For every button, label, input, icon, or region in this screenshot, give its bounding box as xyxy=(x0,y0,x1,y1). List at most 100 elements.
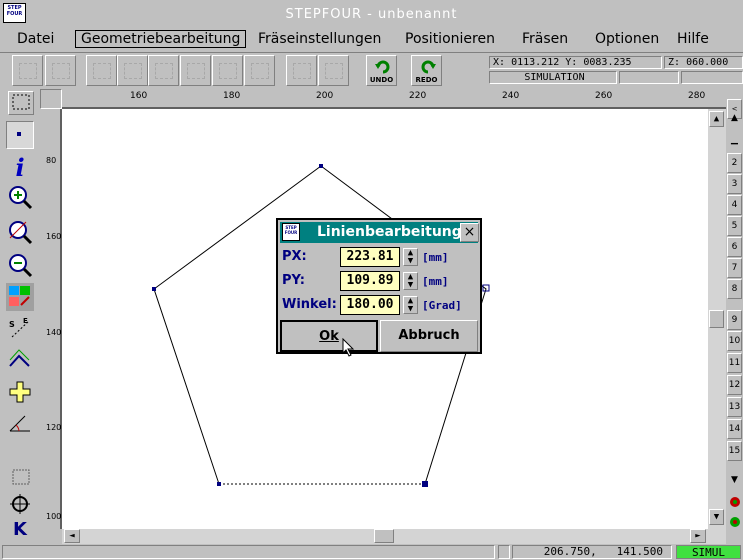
rotate-button[interactable] xyxy=(212,55,243,86)
scroll-up-button[interactable]: ▲ xyxy=(709,111,724,127)
paste-icon xyxy=(325,63,343,79)
py-spinner[interactable]: ▲ ▼ xyxy=(403,272,418,290)
move-tool[interactable] xyxy=(6,379,34,407)
zoom-in-tool[interactable] xyxy=(6,184,34,212)
select-area-tool[interactable] xyxy=(8,91,34,115)
grid-button[interactable] xyxy=(148,55,179,86)
layer-4[interactable]: 4 xyxy=(727,195,742,215)
select-tool-button[interactable] xyxy=(12,55,43,86)
zoom-out-tool[interactable] xyxy=(6,252,34,280)
start-end-icon: SE xyxy=(9,317,30,338)
paste-button[interactable] xyxy=(318,55,349,86)
k-icon: K xyxy=(13,519,27,540)
offset-icon xyxy=(9,349,30,367)
status-field-2 xyxy=(681,71,743,84)
dialog-close-button[interactable]: × xyxy=(460,223,479,242)
redo-button[interactable]: REDO xyxy=(411,55,442,86)
panel-line-icon[interactable]: ▁ xyxy=(727,131,742,151)
tool-bit-icon-2[interactable] xyxy=(727,515,742,535)
dialog-title: Linienbearbeitung xyxy=(317,224,462,240)
arrow-up-icon: ▲ xyxy=(713,114,720,124)
mirror-horizontal-icon xyxy=(93,63,111,79)
close-icon: × xyxy=(463,224,476,240)
status-indicator xyxy=(498,545,510,559)
scale-button[interactable] xyxy=(180,55,211,86)
start-end-tool[interactable]: SE xyxy=(6,315,34,343)
offset-tool[interactable] xyxy=(6,346,34,374)
menu-fraesen[interactable]: Fräsen xyxy=(522,31,568,47)
menu-optionen[interactable]: Optionen xyxy=(595,31,659,47)
numbering-icon xyxy=(9,286,30,306)
menu-fraeseinstellungen[interactable]: Fräseinstellungen xyxy=(258,31,381,47)
origin-tool[interactable] xyxy=(6,491,34,519)
scroll-left-button[interactable]: ◄ xyxy=(64,529,80,543)
ruler-ticks xyxy=(62,107,726,109)
panel-arrow-down[interactable]: ▼ xyxy=(727,471,742,491)
cancel-button[interactable]: Abbruch xyxy=(380,320,478,352)
status-bar: 206.750, 141.500 SIMUL xyxy=(0,544,743,560)
spin-arrows-icon: ▲ ▼ xyxy=(407,296,414,314)
coord-z-display: Z: 060.000 xyxy=(664,56,743,69)
mirror-h-button[interactable] xyxy=(86,55,117,86)
line-edit-dialog: STEP FOUR Linienbearbeitung × PX: 223.81… xyxy=(276,218,482,354)
scroll-down-button[interactable]: ▼ xyxy=(709,509,724,525)
horizontal-scrollbar[interactable]: ◄ ► xyxy=(62,529,726,544)
layer-6[interactable]: 6 xyxy=(727,237,742,257)
mode-display: SIMULATION xyxy=(489,71,617,84)
layer-3[interactable]: 3 xyxy=(727,174,742,194)
scroll-thumb[interactable] xyxy=(709,310,724,328)
menu-positionieren[interactable]: Positionieren xyxy=(405,31,495,47)
spin-arrows-icon: ▲ ▼ xyxy=(407,272,414,290)
layer-2[interactable]: 2 xyxy=(727,153,742,173)
dialog-logo: STEP FOUR xyxy=(282,223,300,241)
tool-bit-icon-1[interactable] xyxy=(727,495,742,515)
layer-12[interactable]: 12 xyxy=(727,375,742,395)
angle-input[interactable]: 180.00 xyxy=(340,295,400,315)
layer-9[interactable]: 9 xyxy=(727,310,742,330)
layer-13[interactable]: 13 xyxy=(727,397,742,417)
mirror-v-button[interactable] xyxy=(117,55,148,86)
menu-datei[interactable]: Datei xyxy=(17,31,54,47)
ok-button[interactable]: Ok xyxy=(280,320,378,352)
angle-label: Winkel: xyxy=(282,297,337,312)
cut-button[interactable] xyxy=(286,55,317,86)
layer-11[interactable]: 11 xyxy=(727,353,742,373)
menu-geometriebearbeitung[interactable]: Geometriebearbeitung xyxy=(75,30,247,48)
menu-hilfe[interactable]: Hilfe xyxy=(677,31,709,47)
copy-button[interactable] xyxy=(244,55,275,86)
zoom-out-icon xyxy=(9,254,33,278)
layer-7[interactable]: 7 xyxy=(727,258,742,278)
zoom-window-tool[interactable] xyxy=(6,219,34,247)
vertical-scrollbar[interactable]: ▲ ▼ xyxy=(708,109,726,529)
undo-button[interactable]: UNDO xyxy=(366,55,397,86)
px-label: PX: xyxy=(282,249,307,264)
numbering-tool[interactable] xyxy=(6,283,34,311)
layer-10[interactable]: 10 xyxy=(727,331,742,351)
angle-tool[interactable] xyxy=(6,411,34,439)
layer-5[interactable]: 5 xyxy=(727,216,742,236)
layer-14[interactable]: 14 xyxy=(727,419,742,439)
frame-icon xyxy=(12,469,30,485)
angle-icon xyxy=(9,415,30,432)
corner-tool-button[interactable] xyxy=(45,55,76,86)
py-input[interactable]: 109.89 xyxy=(340,271,400,291)
hscroll-thumb[interactable] xyxy=(374,529,394,543)
frame-tool[interactable] xyxy=(10,467,32,487)
layer-8[interactable]: 8 xyxy=(727,279,742,299)
status-message xyxy=(2,545,495,559)
px-input[interactable]: 223.81 xyxy=(340,247,400,267)
dialog-title-bar: STEP FOUR Linienbearbeitung × xyxy=(280,222,479,243)
undo-icon xyxy=(375,60,390,74)
info-icon: i xyxy=(15,153,25,182)
point-tool[interactable] xyxy=(6,121,34,149)
status-field-1 xyxy=(619,71,679,84)
px-spinner[interactable]: ▲ ▼ xyxy=(403,248,418,266)
layer-15[interactable]: 15 xyxy=(727,441,742,461)
k-tool[interactable]: K xyxy=(6,517,34,545)
angle-spinner[interactable]: ▲ ▼ xyxy=(403,296,418,314)
mirror-vertical-icon xyxy=(124,63,142,79)
panel-arrow-up[interactable]: ▲ xyxy=(727,109,742,129)
scroll-right-button[interactable]: ► xyxy=(690,529,706,543)
info-tool[interactable]: i xyxy=(6,155,34,183)
coord-xy-display: X: 0113.212 Y: 0083.235 xyxy=(489,56,662,69)
